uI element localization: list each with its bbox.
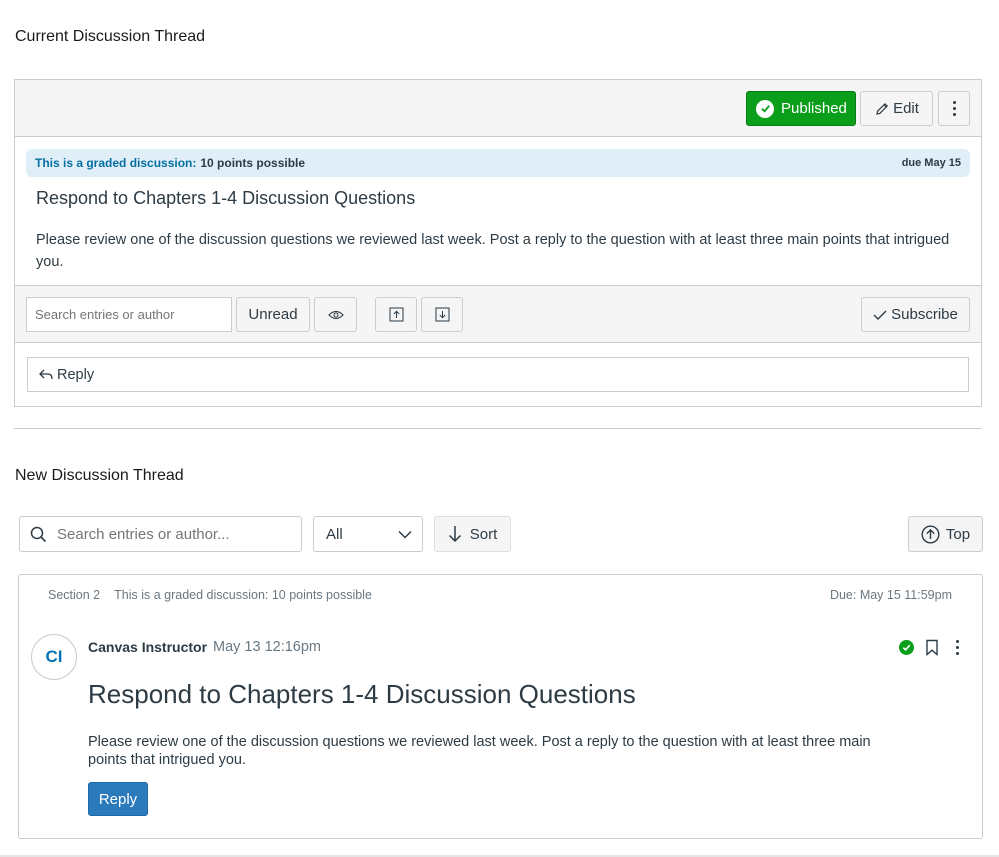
subscribe-label: Subscribe [891, 306, 958, 323]
subscribe-button[interactable]: Subscribe [861, 297, 970, 332]
collapse-replies-button[interactable] [375, 297, 417, 332]
current-thread-toolbar: Published Edit [15, 80, 981, 137]
graded-discussion-info: This is a graded discussion: 10 points p… [114, 588, 372, 602]
graded-label: This is a graded discussion: [35, 156, 197, 170]
points-possible: 10 points possible [200, 156, 306, 170]
checkmark-icon [873, 309, 887, 321]
author-name[interactable]: Canvas Instructor [88, 639, 207, 655]
sort-label: Sort [469, 525, 498, 543]
reply-label: Reply [57, 366, 95, 383]
published-check-icon[interactable] [899, 640, 914, 655]
arrow-up-circle-icon [921, 524, 940, 544]
search-entries-input[interactable] [26, 297, 232, 332]
section-divider [14, 428, 982, 429]
filter-select-value: All [326, 525, 343, 543]
posted-timestamp: May 13 12:16pm [213, 639, 322, 655]
top-label: Top [945, 525, 971, 543]
top-button[interactable]: Top [908, 516, 983, 552]
published-button[interactable]: Published [746, 91, 856, 126]
reply-button[interactable]: Reply [27, 357, 969, 392]
kebab-menu-icon [952, 101, 956, 116]
search-entries-field[interactable] [19, 516, 302, 552]
collapse-up-icon [389, 307, 404, 322]
sort-button[interactable]: Sort [434, 516, 511, 552]
filter-select[interactable]: All [313, 516, 423, 552]
new-thread-heading: New Discussion Thread [15, 467, 184, 484]
unread-button[interactable]: Unread [236, 297, 310, 332]
current-thread-heading: Current Discussion Thread [15, 28, 206, 45]
due-date-full: Due: May 15 11:59pm [829, 588, 952, 602]
arrow-down-icon [448, 525, 462, 543]
section-info: Section 2 This is a graded discussion: 10… [48, 588, 372, 602]
due-date: due May 15 [901, 157, 961, 169]
check-circle-icon [756, 99, 774, 118]
mark-read-button[interactable] [314, 297, 357, 332]
expand-down-icon [435, 307, 450, 322]
current-thread-panel: Published Edit This is a graded discussi… [14, 79, 982, 407]
search-entries-input-new[interactable] [55, 524, 285, 544]
eye-icon [327, 309, 344, 321]
discussion-title: Respond to Chapters 1-4 Discussion Quest… [36, 188, 416, 208]
avatar[interactable]: CI [31, 634, 77, 680]
kebab-menu-icon[interactable] [952, 638, 962, 657]
edit-button[interactable]: Edit [860, 91, 933, 126]
current-filter-bar: Unread Subscribe [15, 285, 981, 343]
thread-options-button[interactable] [938, 91, 970, 126]
discussion-body: Please review one of the discussion ques… [36, 232, 950, 270]
reply-button-primary[interactable]: Reply [88, 782, 148, 816]
graded-discussion-banner: This is a graded discussion: 10 points p… [26, 149, 970, 177]
discussion-body-new: Please review one of the discussion ques… [88, 734, 871, 768]
chevron-down-icon [398, 530, 412, 539]
pencil-icon [874, 101, 890, 117]
reply-arrow-icon [38, 368, 54, 382]
expand-replies-button[interactable] [421, 297, 463, 332]
discussion-title-large: Respond to Chapters 1-4 Discussion Quest… [88, 679, 636, 709]
search-icon [30, 526, 47, 543]
discussion-topic-card: Section 2 This is a graded discussion: 10… [18, 574, 983, 839]
section-name: Section 2 [48, 588, 101, 602]
published-label: Published [781, 100, 847, 117]
bookmark-icon[interactable] [925, 639, 939, 657]
edit-label: Edit [893, 100, 919, 117]
